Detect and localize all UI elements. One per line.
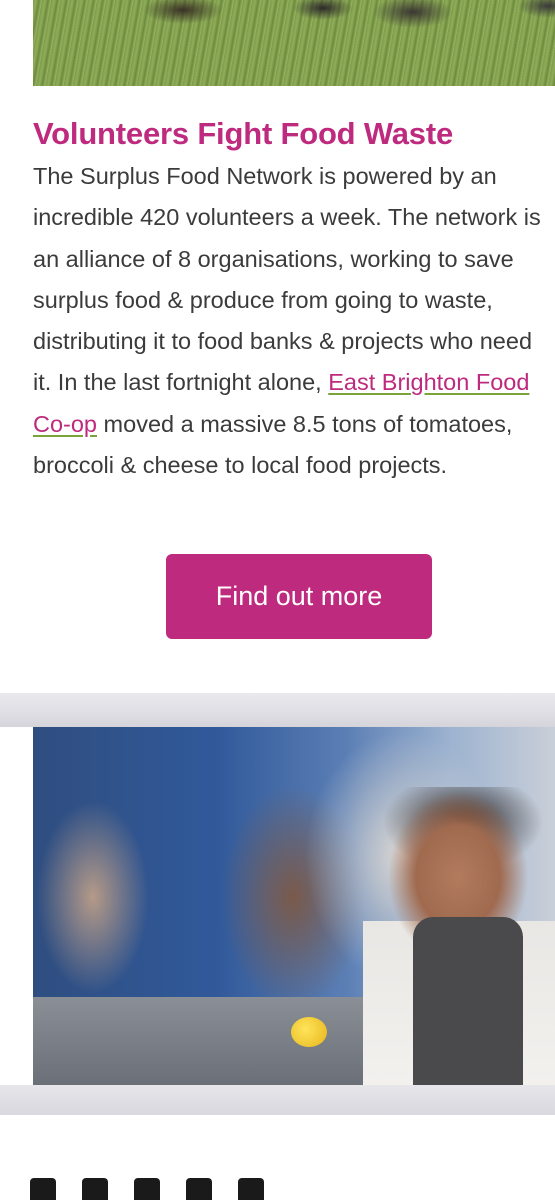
story-body: The Surplus Food Network is powered by a…	[33, 156, 548, 486]
story-headline: Volunteers Fight Food Waste	[33, 116, 453, 151]
section-divider	[0, 693, 555, 727]
volunteers-photo	[33, 0, 555, 86]
story-body-text-start: The Surplus Food Network is powered by a…	[33, 163, 541, 396]
next-card-heading-cut-off	[30, 1178, 550, 1200]
photo-lemon	[291, 1017, 327, 1047]
photo-apron	[413, 917, 523, 1085]
food-prep-photo	[33, 727, 555, 1085]
story-body-text-end: moved a massive 8.5 tons of tomatoes, br…	[33, 410, 513, 479]
section-divider-2	[0, 1085, 555, 1115]
find-out-more-button[interactable]: Find out more	[166, 554, 432, 639]
